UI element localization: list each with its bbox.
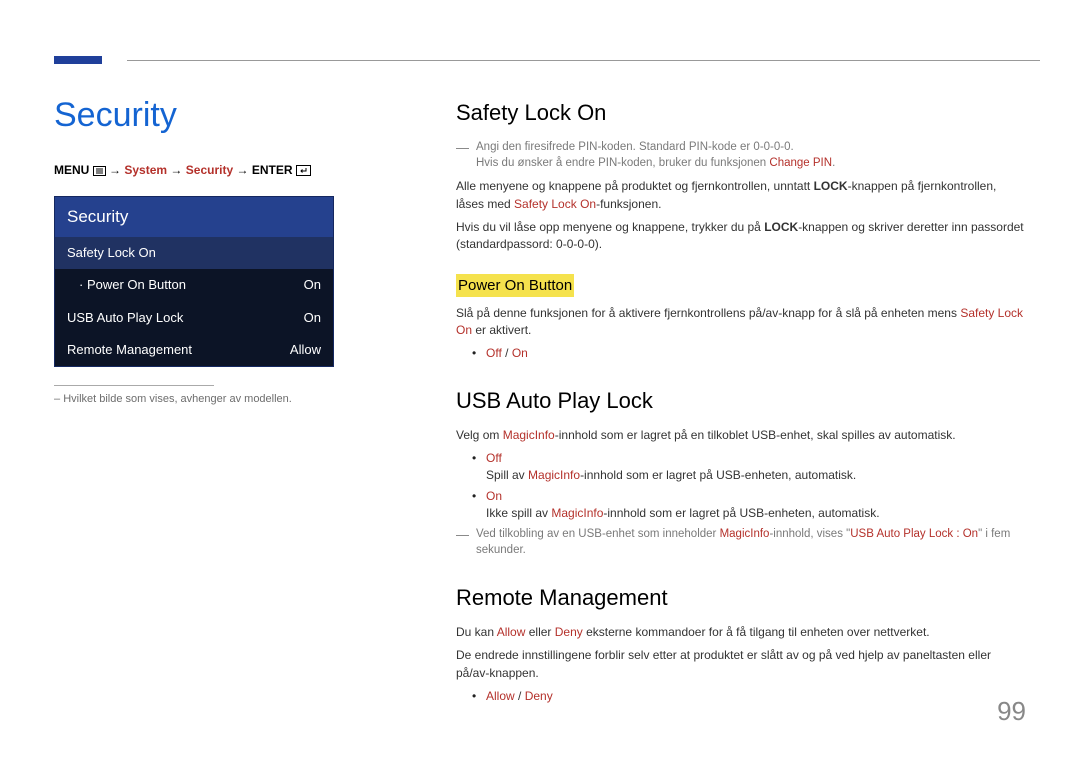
breadcrumb: MENU → System → Security → ENTER xyxy=(54,162,394,179)
menu-item-value: On xyxy=(304,309,321,327)
change-pin-ref: Change PIN xyxy=(769,157,832,169)
para-unlock: Hvis du vil låse opp menyene og knappene… xyxy=(456,219,1026,254)
para-power-on: Slå på denne funksjonen for å aktivere f… xyxy=(456,305,1026,340)
arrow-icon: → xyxy=(236,163,248,177)
option-allow-deny: • Allow / Deny xyxy=(472,688,1026,705)
model-note: – Hvilket bilde som vises, avhenger av m… xyxy=(54,392,394,407)
heading-remote-management: Remote Management xyxy=(456,583,1026,614)
footnote-text: Hvis du ønsker å endre PIN-koden, bruker… xyxy=(476,157,769,169)
heading-power-on-button: Power On Button xyxy=(456,274,574,297)
para-usb-intro: Velg om MagicInfo-innhold som er lagret … xyxy=(456,427,1026,444)
section-marker xyxy=(54,56,102,64)
footnote-text: Angi den firesifrede PIN-koden. Standard… xyxy=(476,141,794,153)
note-text: Hvilket bilde som vises, avhenger av mod… xyxy=(63,393,292,405)
option-on: • On Ikke spill av MagicInfo-innhold som… xyxy=(472,488,1026,522)
page-number: 99 xyxy=(997,693,1026,729)
menu-icon xyxy=(93,166,106,176)
breadcrumb-menu: MENU xyxy=(54,163,89,177)
breadcrumb-security: Security xyxy=(186,163,233,177)
note-divider xyxy=(54,385,214,386)
heading-usb-auto-play-lock: USB Auto Play Lock xyxy=(456,386,1026,417)
page-title: Security xyxy=(54,92,394,140)
para-lock-menus: Alle menyene og knappene på produktet og… xyxy=(456,178,1026,213)
dash-icon: ― xyxy=(456,139,476,172)
dash-icon: ― xyxy=(456,526,476,559)
footnote-pin: ― Angi den firesifrede PIN-koden. Standa… xyxy=(456,139,1026,172)
footnote-usb-connect: ― Ved tilkobling av en USB-enhet som inn… xyxy=(456,526,1026,559)
settings-menu-panel: Security Safety Lock On Power On Button … xyxy=(54,196,334,367)
menu-item-safety-lock[interactable]: Safety Lock On xyxy=(55,237,333,269)
arrow-icon: → xyxy=(170,163,182,177)
para-remote-persist: De endrede innstillingene forblir selv e… xyxy=(456,647,1026,682)
arrow-icon: → xyxy=(109,163,121,177)
option-off: • Off Spill av MagicInfo-innhold som er … xyxy=(472,450,1026,484)
menu-item-value: On xyxy=(304,276,321,294)
menu-item-remote-management[interactable]: Remote Management Allow xyxy=(55,334,333,366)
menu-item-usb-auto-play-lock[interactable]: USB Auto Play Lock On xyxy=(55,302,333,334)
option-off-on: • Off / On xyxy=(472,345,1026,362)
breadcrumb-system: System xyxy=(124,163,167,177)
menu-item-label: Power On Button xyxy=(79,277,186,292)
menu-item-label: USB Auto Play Lock xyxy=(67,309,183,327)
para-remote-allow-deny: Du kan Allow eller Deny eksterne kommand… xyxy=(456,624,1026,641)
menu-item-power-on-button[interactable]: Power On Button On xyxy=(55,269,333,301)
menu-item-label: Remote Management xyxy=(67,341,192,359)
breadcrumb-enter: ENTER xyxy=(252,163,293,177)
menu-item-value: Allow xyxy=(290,341,321,359)
enter-icon xyxy=(296,165,311,176)
menu-header: Security xyxy=(55,197,333,237)
heading-safety-lock-on: Safety Lock On xyxy=(456,98,1026,129)
top-rule xyxy=(127,60,1040,61)
